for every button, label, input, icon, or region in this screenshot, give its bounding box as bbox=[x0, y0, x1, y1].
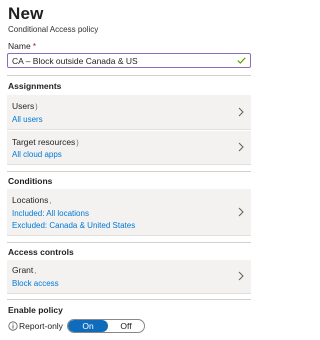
target-resources-label: Target resources) bbox=[12, 137, 79, 149]
target-resources-card[interactable]: Target resources) All cloud apps bbox=[7, 131, 251, 165]
page-title: New bbox=[8, 4, 44, 23]
chevron-right-icon bbox=[238, 207, 244, 217]
divider bbox=[7, 299, 251, 300]
users-info-mark: ) bbox=[35, 104, 38, 111]
grant-info-mark: , bbox=[34, 268, 37, 275]
section-access-controls: Access controls bbox=[8, 247, 74, 257]
target-resources-value[interactable]: All cloud apps bbox=[12, 150, 62, 160]
users-label-text: Users bbox=[12, 101, 35, 111]
target-resources-info-mark: ) bbox=[76, 140, 79, 147]
section-conditions: Conditions bbox=[8, 176, 53, 186]
policy-name-field[interactable] bbox=[7, 53, 251, 68]
chevron-right-icon bbox=[238, 142, 244, 152]
locations-card[interactable]: Locations, Included: All locations Exclu… bbox=[7, 189, 251, 236]
required-mark: * bbox=[32, 41, 36, 51]
page-subtitle: Conditional Access policy bbox=[8, 25, 99, 34]
locations-excluded[interactable]: Excluded: Canada & United States bbox=[12, 221, 135, 231]
enable-policy-toggle[interactable]: On Off bbox=[67, 319, 145, 333]
locations-info-mark: , bbox=[49, 198, 52, 205]
divider bbox=[7, 75, 251, 76]
policy-name-input[interactable] bbox=[12, 54, 234, 67]
report-only-option[interactable]: Report-only bbox=[19, 321, 63, 331]
info-icon bbox=[8, 321, 18, 331]
section-assignments: Assignments bbox=[8, 81, 62, 91]
grant-label-text: Grant bbox=[12, 265, 34, 275]
users-card[interactable]: Users) All users bbox=[7, 95, 251, 130]
users-value[interactable]: All users bbox=[12, 115, 43, 125]
locations-label-text: Locations bbox=[12, 195, 49, 205]
locations-label: Locations, bbox=[12, 195, 51, 207]
divider bbox=[7, 242, 251, 243]
name-label: Name * bbox=[8, 41, 36, 51]
users-label: Users) bbox=[12, 101, 38, 113]
grant-label: Grant, bbox=[12, 265, 36, 277]
target-resources-label-text: Target resources bbox=[12, 137, 76, 147]
check-icon bbox=[237, 57, 246, 64]
locations-included[interactable]: Included: All locations bbox=[12, 209, 89, 219]
section-enable-policy: Enable policy bbox=[8, 305, 63, 315]
grant-value[interactable]: Block access bbox=[12, 279, 59, 289]
off-option[interactable]: Off bbox=[108, 320, 144, 332]
chevron-right-icon bbox=[238, 107, 244, 117]
name-label-text: Name bbox=[8, 41, 31, 51]
header: New Conditional Access policy bbox=[8, 4, 98, 35]
grant-card[interactable]: Grant, Block access bbox=[7, 260, 251, 294]
divider bbox=[7, 171, 251, 172]
on-option[interactable]: On bbox=[68, 320, 108, 332]
chevron-right-icon bbox=[238, 271, 244, 281]
